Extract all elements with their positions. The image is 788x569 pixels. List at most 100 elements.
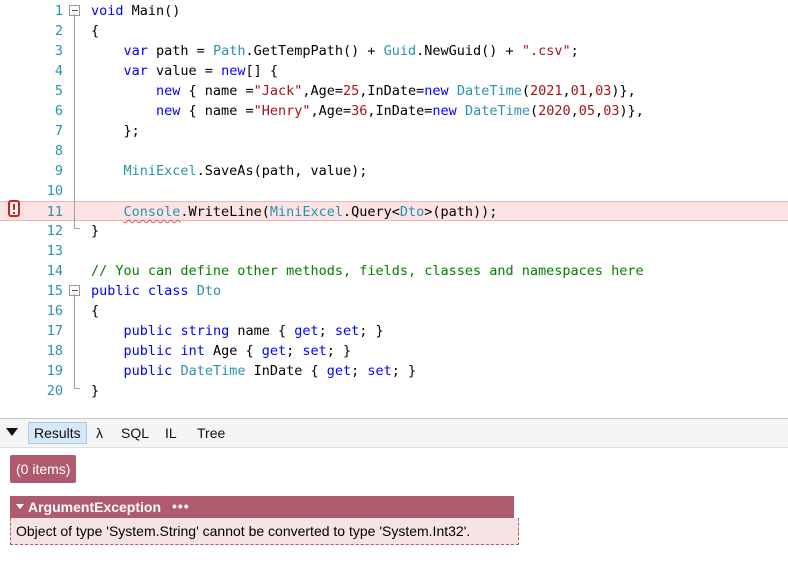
code-editor[interactable]: 1 void Main() 2{3 var path = Path.GetTempP… [0,0,788,418]
code-line[interactable]: 10 [0,181,788,201]
more-options-icon[interactable]: ••• [172,495,190,517]
code-text[interactable]: public DateTime InDate { get; set; } [91,361,417,381]
line-number: 18 [46,343,63,359]
code-line[interactable]: 5 new { name ="Jack",Age=25,InDate=new D… [0,81,788,101]
code-text[interactable]: MiniExcel.SaveAs(path, value); [91,161,368,181]
code-token: Guid [383,43,417,59]
code-token: string [180,323,230,339]
code-text[interactable]: // You can define other methods, fields,… [91,261,644,281]
exception-header[interactable]: ArgumentException ••• [10,496,514,518]
code-text[interactable]: new { name ="Jack",Age=25,InDate=new Dat… [91,81,636,101]
code-token: { [91,23,100,39]
code-token: get [294,323,319,339]
line-number: 3 [54,43,63,59]
code-text[interactable]: { [91,21,99,41]
code-token: .SaveAs(path, value); [196,163,368,179]
exception-type: ArgumentException [28,499,162,515]
code-text[interactable]: var path = Path.GetTempPath() + Guid.New… [91,41,579,61]
code-token: .WriteLine( [180,204,270,220]
code-text[interactable]: public int Age { get; set; } [91,341,352,361]
code-token: Age { [204,343,262,359]
code-line[interactable]: 18 public int Age { get; set; } [0,341,788,361]
code-token: public [91,283,140,299]
code-text[interactable]: public string name { get; set; } [91,321,384,341]
line-number: 20 [46,383,63,399]
code-token: } [91,223,100,239]
code-text[interactable]: } [91,381,99,401]
code-token: 2021 [530,83,563,99]
code-line[interactable]: 14 // You can define other methods, field… [0,261,788,281]
code-token: { name = [180,83,254,99]
tab-sql[interactable]: SQL [116,422,154,444]
code-token: path = [147,43,213,59]
code-line[interactable]: 15 public class Dto [0,281,788,301]
code-line[interactable]: 1 void Main() [0,1,788,21]
code-line[interactable]: 20} [0,381,788,401]
code-line[interactable]: 2{ [0,21,788,41]
code-token: get [261,343,287,359]
code-token: , [586,83,596,99]
fold-guide-dto-end [74,388,80,389]
code-line[interactable]: 11 Console.WriteLine(MiniExcel.Query<Dto… [0,201,788,221]
code-token: new [156,83,181,99]
code-token: public [123,323,173,339]
code-text[interactable]: { [91,301,99,321]
code-token: ; } [359,323,384,339]
code-token: var [123,63,148,79]
code-token: [] { [245,63,278,79]
code-token: new [221,63,246,79]
code-line[interactable]: 3 var path = Path.GetTempPath() + Guid.N… [0,41,788,61]
code-token: { name = [180,103,254,119]
line-number: 1 [54,3,63,19]
code-text[interactable]: } [91,221,99,241]
fold-guide-dto [74,294,75,388]
line-number: 4 [54,63,63,79]
code-token: 03 [603,103,620,119]
fold-guide-main-end [74,228,80,229]
code-text[interactable]: void Main() [91,1,180,21]
line-number: 17 [46,323,63,339]
code-text[interactable]: }; [91,121,140,141]
code-line[interactable]: 4 var value = new[] { [0,61,788,81]
expand-triangle-icon[interactable] [16,504,24,509]
code-token: ( [521,83,530,99]
tab-il[interactable]: IL [160,422,182,444]
code-line[interactable]: 13 [0,241,788,261]
code-token: , [562,83,571,99]
line-number: 8 [54,143,63,159]
code-line[interactable]: 12} [0,221,788,241]
code-line[interactable]: 9 MiniExcel.SaveAs(path, value); [0,161,788,181]
tab-lambda[interactable]: λ [91,422,108,444]
code-text[interactable]: var value = new[] { [91,61,278,81]
code-token: // You can define other methods, fields,… [91,263,644,279]
breakpoint-error-icon[interactable] [8,200,20,217]
code-text[interactable]: Console.WriteLine(MiniExcel.Query<Dto>(p… [91,202,498,222]
tab-results[interactable]: Results [28,422,87,444]
code-line[interactable]: 16 { [0,301,788,321]
code-token: , [570,103,579,119]
code-token: void [91,3,124,19]
results-tab-bar: Results λ SQL IL Tree [0,419,788,448]
code-token: ; [318,323,335,339]
code-line[interactable]: 8 [0,141,788,161]
code-line[interactable]: 6 new { name ="Henry",Age=36,InDate=new … [0,101,788,121]
code-token: Dto [196,283,222,299]
code-token: 05 [578,103,596,119]
code-line[interactable]: 19 public DateTime InDate { get; set; } [0,361,788,381]
code-text[interactable]: public class Dto [91,281,221,301]
line-number: 14 [46,263,63,279]
code-token: new [432,103,457,119]
tab-tree[interactable]: Tree [192,422,230,444]
code-token: ; [351,363,368,379]
code-token: 03 [595,83,612,99]
code-text[interactable]: new { name ="Henry",Age=36,InDate=new Da… [91,101,644,121]
code-line[interactable]: 7 }; [0,121,788,141]
code-token: set [367,363,392,379]
collapse-triangle-icon[interactable] [6,428,18,436]
code-token: ( [529,103,539,119]
code-token: value = [147,63,222,79]
code-line[interactable]: 17 public string name { get; set; } [0,321,788,341]
code-token: new [424,83,449,99]
